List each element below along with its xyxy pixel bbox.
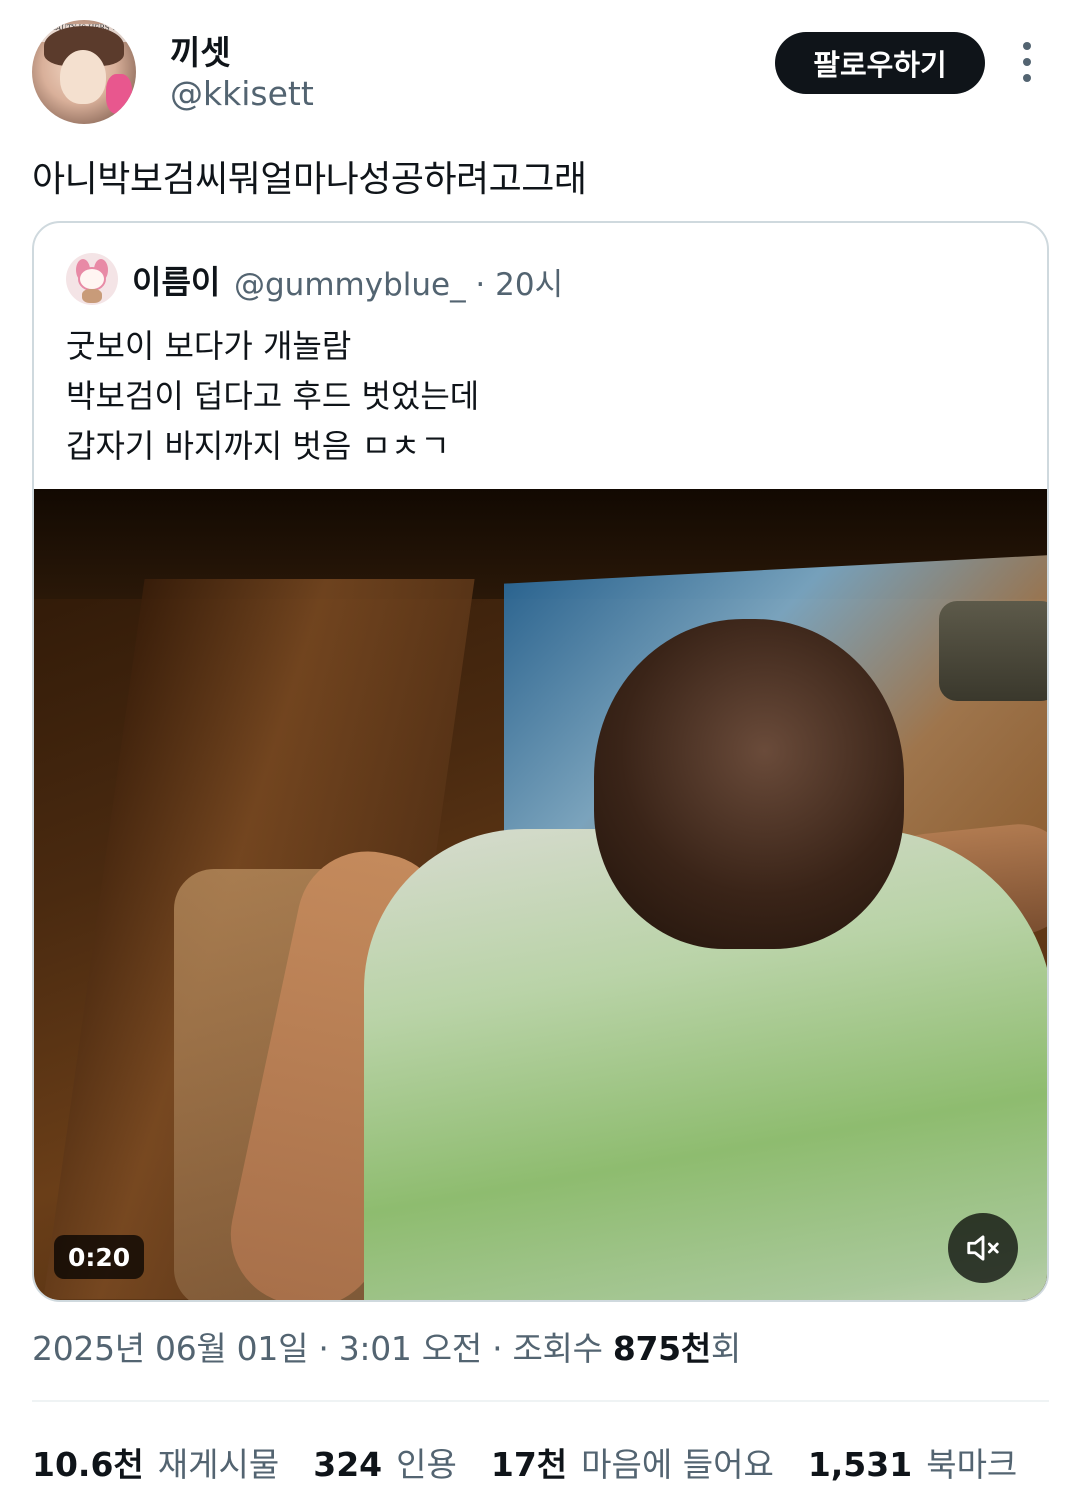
view-count: 875천 [612,1329,711,1368]
tweet-date-time[interactable]: 2025년 06월 01일 · 3:01 오전 · 조회수 [32,1329,613,1368]
stat-bookmarks[interactable]: 1,531 북마크 [808,1438,1017,1486]
video-player[interactable]: 0:20 [34,489,1047,1300]
quoted-text-line: 갑자기 바지까지 벗음 ㅁㅊㄱ [66,427,450,465]
author-avatar[interactable]: BEAUTY IS HERS TO DEFINE [32,20,136,124]
rearview-mirror [939,601,1047,701]
person-head [594,619,904,949]
stat-quotes[interactable]: 324 인용 [313,1438,457,1486]
stat-reposts[interactable]: 10.6천 재게시물 [32,1438,279,1486]
follow-button[interactable]: 팔로우하기 [775,32,985,94]
quoted-tweet[interactable]: 이름이 @gummyblue_ · 20시 굿보이 보다가 개놀람 박보검이 덥… [32,221,1049,1302]
tweet-meta: 2025년 06월 01일 · 3:01 오전 · 조회수 875천회 [32,1322,741,1370]
video-duration: 0:20 [54,1235,145,1279]
stat-likes[interactable]: 17천 마음에 들어요 [491,1438,774,1486]
tweet-header: BEAUTY IS HERS TO DEFINE 끼셋 @kkisett 팔로우… [0,0,1080,130]
quoted-text-line: 박보검이 덥다고 후드 벗었는데 [66,377,480,415]
engagement-stats: 10.6천 재게시물 324 인용 17천 마음에 들어요 1,531 북마크 [32,1438,1051,1486]
more-vertical-icon[interactable] [1016,42,1038,82]
quoted-handle-time: @gummyblue_ · 20시 [234,267,564,303]
quoted-author-avatar[interactable] [66,253,118,305]
divider [32,1400,1049,1402]
tweet-text: 아니박보검씨뭐얼마나성공하려고그래 [32,159,587,200]
quoted-text-line: 굿보이 보다가 개놀람 [66,327,352,365]
author-handle[interactable]: @kkisett [170,74,314,113]
quoted-display-name[interactable]: 이름이 [132,257,220,303]
volume-muted-icon[interactable] [948,1213,1018,1283]
author-display-name[interactable]: 끼셋 [170,26,231,74]
view-count-suffix: 회 [710,1329,741,1368]
